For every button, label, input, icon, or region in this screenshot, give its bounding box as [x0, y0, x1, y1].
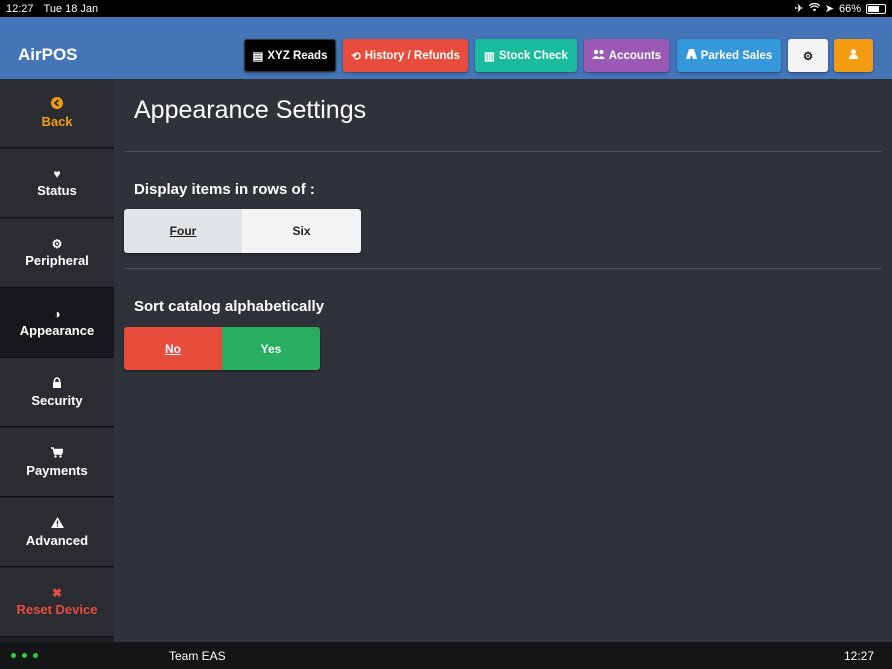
lock-icon	[52, 376, 62, 390]
stock-check-button[interactable]: ▥ Stock Check	[475, 39, 577, 72]
user-button[interactable]	[834, 39, 873, 72]
sidebar-item-label: Status	[37, 183, 77, 198]
barcode-icon: ▥	[484, 50, 495, 63]
sidebar-item-label: Reset Device	[16, 602, 98, 617]
footer-time: 12:27	[843, 648, 874, 663]
sidebar-item-back[interactable]: Back	[0, 79, 114, 148]
battery-percent: 66%	[838, 2, 861, 15]
warning-icon	[50, 516, 64, 530]
sidebar-item-security[interactable]: Security	[0, 358, 114, 427]
status-bar: 12:27 Tue 18 Jan ✈ ➤ 66%	[0, 0, 892, 17]
sort-option-no[interactable]: No	[124, 327, 222, 370]
sidebar-item-label: Peripheral	[25, 253, 89, 268]
settings-button[interactable]: ⚙	[788, 39, 828, 72]
connection-status-dots	[11, 653, 38, 658]
sidebar-item-appearance[interactable]: ◑ Appearance	[0, 289, 114, 358]
parked-sales-label: Parked Sales	[700, 49, 773, 62]
team-name: Team EAS	[169, 648, 226, 663]
history-refunds-button[interactable]: ⟲ History / Refunds	[343, 39, 468, 72]
receipt-icon: ▤	[252, 50, 264, 63]
sidebar-item-reset-device[interactable]: ✖ Reset Device	[0, 568, 114, 637]
user-icon	[849, 49, 858, 62]
app-brand: AirPOS	[18, 45, 78, 64]
app-header: AirPOS ▤ XYZ Reads ⟲ History / Refunds ▥…	[0, 17, 892, 79]
sidebar-item-status[interactable]: ♥ Status	[0, 149, 114, 218]
rows-setting-label: Display items in rows of :	[134, 181, 315, 198]
sidebar-item-payments[interactable]: Payments	[0, 428, 114, 497]
stock-check-label: Stock Check	[498, 49, 568, 62]
sidebar-item-label: Back	[41, 114, 73, 129]
sidebar-item-label: Payments	[26, 462, 88, 478]
status-time: 12:27	[6, 2, 34, 15]
rows-option-four[interactable]: Four	[124, 209, 242, 253]
history-refunds-label: History / Refunds	[364, 49, 460, 62]
heartbeat-icon: ♥	[53, 167, 61, 181]
contrast-icon: ◑	[53, 307, 61, 321]
sidebar-item-label: Security	[31, 392, 83, 408]
sidebar-item-label: Advanced	[25, 532, 89, 548]
sidebar-item-label: Appearance	[19, 323, 95, 338]
wifi-icon	[808, 2, 821, 15]
parked-sales-button[interactable]: Parked Sales	[677, 39, 781, 72]
history-icon: ⟲	[351, 50, 361, 63]
gear-icon: ⚙	[51, 237, 63, 251]
page-title: Appearance Settings	[134, 96, 367, 124]
sort-setting-label: Sort catalog alphabetically	[134, 298, 325, 315]
gear-icon: ⚙	[802, 50, 814, 63]
accounts-button[interactable]: Accounts	[584, 39, 669, 72]
arrow-left-circle-icon	[51, 97, 63, 111]
settings-sidebar: Back ♥ Status ⚙ Peripheral ◑ Appearance …	[0, 79, 114, 642]
rows-option-six[interactable]: Six	[242, 209, 361, 253]
footer-bar: Team EAS 12:27	[0, 642, 892, 669]
status-date: Tue 18 Jan	[43, 2, 99, 15]
settings-main: Appearance Settings Display items in row…	[116, 79, 892, 642]
xyz-reads-label: XYZ Reads	[267, 49, 328, 62]
cart-icon	[51, 446, 64, 460]
divider	[124, 151, 882, 152]
location-icon: ➤	[824, 3, 834, 15]
road-icon	[685, 49, 697, 62]
xyz-reads-button[interactable]: ▤ XYZ Reads	[244, 39, 336, 72]
sort-option-yes[interactable]: Yes	[222, 327, 320, 370]
airplane-icon: ✈	[794, 3, 804, 15]
close-icon: ✖	[51, 586, 63, 600]
sidebar-item-peripheral[interactable]: ⚙ Peripheral	[0, 219, 114, 288]
sort-toggle: No Yes	[124, 327, 320, 370]
users-icon	[591, 49, 605, 62]
rows-toggle: Four Six	[124, 209, 361, 253]
accounts-label: Accounts	[608, 49, 662, 62]
divider	[124, 268, 882, 269]
battery-icon	[866, 3, 886, 14]
sidebar-item-advanced[interactable]: Advanced	[0, 498, 114, 567]
